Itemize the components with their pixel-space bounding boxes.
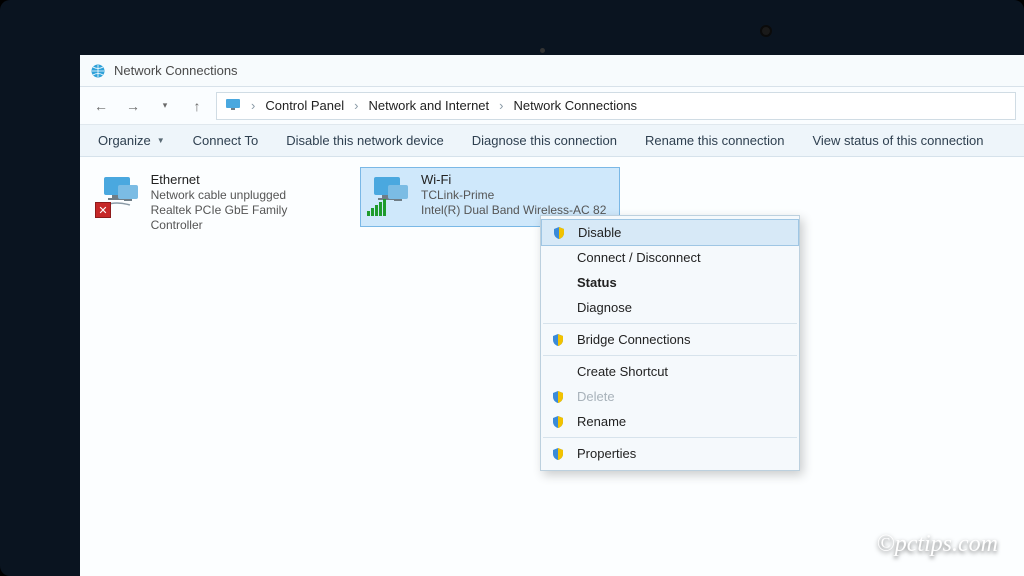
shield-icon	[549, 415, 567, 429]
context-menu-item-label: Connect / Disconnect	[577, 250, 701, 265]
connection-status: Network cable unplugged	[151, 188, 341, 203]
breadcrumb-control-panel[interactable]: Control Panel	[265, 98, 344, 113]
breadcrumb-separator-icon: ›	[499, 98, 503, 113]
network-adapter-icon: ✕	[99, 172, 141, 214]
context-menu-item-delete: Delete	[541, 384, 799, 409]
recent-locations-button[interactable]: ▾	[152, 93, 178, 119]
rename-connection-button[interactable]: Rename this connection	[631, 125, 798, 156]
address-bar[interactable]: › Control Panel › Network and Internet ›…	[216, 92, 1016, 120]
connection-text: Wi-Fi TCLink-Prime Intel(R) Dual Band Wi…	[421, 172, 606, 218]
context-menu-item-status[interactable]: Status	[541, 270, 799, 295]
breadcrumb-separator-icon: ›	[251, 98, 255, 113]
context-menu-separator	[543, 323, 797, 324]
webcam-dot	[760, 25, 772, 37]
breadcrumb-network-connections[interactable]: Network Connections	[514, 98, 638, 113]
shield-icon	[550, 226, 568, 240]
chevron-down-icon: ▼	[157, 136, 165, 145]
window-title: Network Connections	[114, 63, 238, 78]
screen: Network Connections ← → ▾ ↑ › Control Pa…	[80, 55, 1024, 576]
context-menu: Disable Connect / Disconnect Status Diagnos…	[540, 215, 800, 471]
view-status-button[interactable]: View status of this connection	[798, 125, 997, 156]
window-titlebar: Network Connections	[80, 55, 1024, 87]
context-menu-item-properties[interactable]: Properties	[541, 441, 799, 466]
context-menu-item-disable[interactable]: Disable	[541, 219, 799, 246]
address-bar-row: ← → ▾ ↑ › Control Panel › Network and In…	[80, 87, 1024, 125]
context-menu-item-label: Diagnose	[577, 300, 632, 315]
context-menu-item-label: Rename	[577, 414, 626, 429]
breadcrumb-separator-icon: ›	[354, 98, 358, 113]
disable-device-button[interactable]: Disable this network device	[272, 125, 458, 156]
diagnose-connection-button[interactable]: Diagnose this connection	[458, 125, 631, 156]
context-menu-item-label: Disable	[578, 225, 621, 240]
shield-icon	[549, 447, 567, 461]
network-connections-icon	[90, 63, 106, 79]
connection-adapter: Realtek PCIe GbE Family Controller	[151, 203, 341, 233]
context-menu-item-rename[interactable]: Rename	[541, 409, 799, 434]
context-menu-item-label: Bridge Connections	[577, 332, 690, 347]
context-menu-item-create-shortcut[interactable]: Create Shortcut	[541, 359, 799, 384]
context-menu-separator	[543, 437, 797, 438]
mic-dot	[540, 48, 545, 53]
organize-menu[interactable]: Organize ▼	[84, 125, 179, 156]
network-adapter-icon	[369, 172, 411, 214]
connect-to-button[interactable]: Connect To	[179, 125, 273, 156]
organize-label: Organize	[98, 133, 151, 148]
context-menu-item-label: Delete	[577, 389, 615, 404]
context-menu-item-label: Status	[577, 275, 617, 290]
shield-icon	[549, 333, 567, 347]
connection-item-ethernet[interactable]: ✕ Ethernet Network cable unplugged Realt…	[90, 167, 350, 227]
connection-status: TCLink-Prime	[421, 188, 606, 203]
breadcrumb-network-and-internet[interactable]: Network and Internet	[368, 98, 489, 113]
shield-icon	[549, 390, 567, 404]
context-menu-separator	[543, 355, 797, 356]
control-panel-icon	[225, 96, 241, 115]
context-menu-item-label: Properties	[577, 446, 636, 461]
command-bar: Organize ▼ Connect To Disable this netwo…	[80, 125, 1024, 157]
context-menu-item-label: Create Shortcut	[577, 364, 668, 379]
connection-text: Ethernet Network cable unplugged Realtek…	[151, 172, 341, 233]
forward-button[interactable]: →	[120, 93, 146, 119]
signal-strength-icon	[367, 199, 386, 216]
context-menu-item-diagnose[interactable]: Diagnose	[541, 295, 799, 320]
context-menu-item-connect-disconnect[interactable]: Connect / Disconnect	[541, 245, 799, 270]
error-overlay-icon: ✕	[95, 202, 111, 218]
context-menu-item-bridge-connections[interactable]: Bridge Connections	[541, 327, 799, 352]
back-button[interactable]: ←	[88, 93, 114, 119]
connection-name: Wi-Fi	[421, 172, 606, 188]
up-button[interactable]: ↑	[184, 93, 210, 119]
connection-name: Ethernet	[151, 172, 341, 188]
connections-list[interactable]: ✕ Ethernet Network cable unplugged Realt…	[80, 157, 1024, 576]
